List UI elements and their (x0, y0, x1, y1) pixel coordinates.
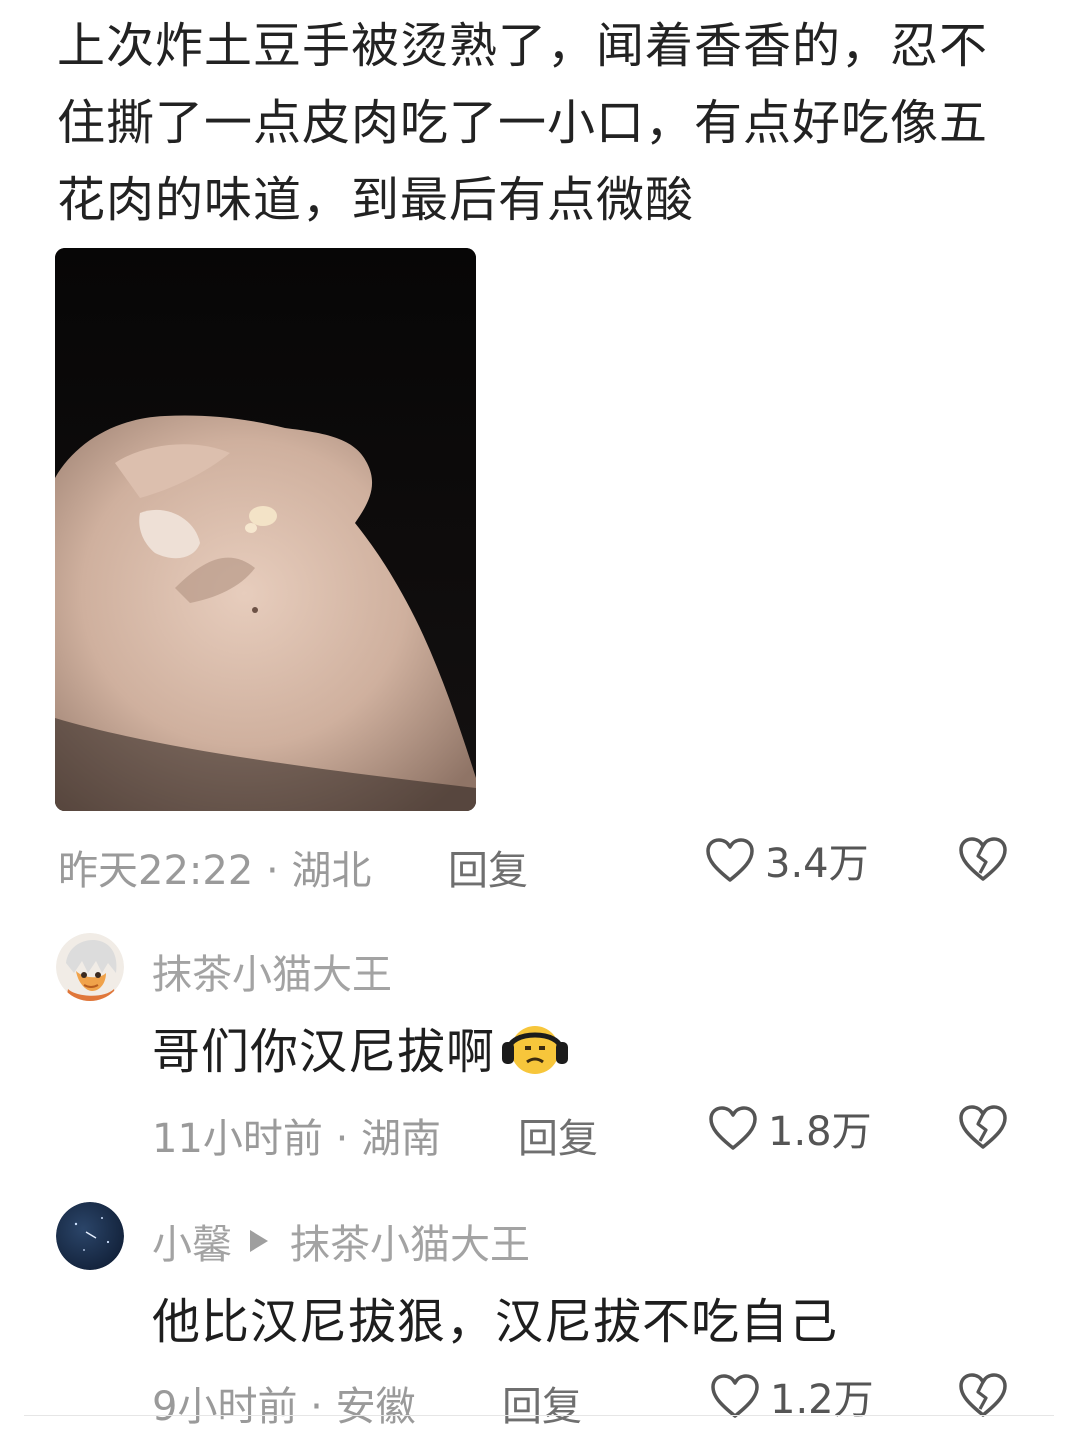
broken-heart-icon[interactable] (958, 1372, 1008, 1418)
broken-heart-icon[interactable] (958, 836, 1008, 882)
comment-meta-row: 9小时前 · 安徽 回复 1.2万 (0, 1368, 1080, 1430)
divider (24, 1415, 1054, 1416)
post-like-count: 3.4万 (765, 841, 869, 887)
comment-meta-row: 11小时前 · 湖南 回复 1.8万 (0, 1100, 1080, 1162)
comment-like-count: 1.8万 (768, 1109, 872, 1155)
hand-photo-image (55, 248, 476, 811)
avatar[interactable] (56, 1202, 124, 1270)
heart-icon (711, 1374, 759, 1418)
avatar-night-sky-image (56, 1202, 124, 1270)
sad-headphones-emoji-icon (502, 1026, 569, 1074)
comment-text-content: 哥们你汉尼拔啊 (152, 1024, 496, 1080)
reply-to-username[interactable]: 抹茶小猫大王 (290, 1212, 530, 1270)
comment-username[interactable]: 小馨 (152, 1212, 232, 1270)
post-text: 上次炸土豆手被烫熟了，闻着香香的，忍不住撕了一点皮肉吃了一小口，有点好吃像五花肉… (57, 18, 989, 228)
reply-arrow-icon (250, 1230, 268, 1252)
post-time-location: 昨天22:22 · 湖北 (58, 848, 372, 894)
comment-time-location: 9小时前 · 安徽 (152, 1384, 416, 1430)
avatar[interactable] (56, 933, 124, 1001)
comment-text: 哥们你汉尼拔啊 (152, 1012, 571, 1082)
post-like-button[interactable]: 3.4万 (705, 832, 869, 888)
heart-icon (706, 838, 754, 882)
post-photo[interactable] (55, 248, 476, 811)
comment-username[interactable]: 抹茶小猫大王 (152, 942, 392, 1000)
post-reply-button[interactable]: 回复 (448, 838, 528, 896)
heart-icon (709, 1106, 757, 1150)
comment-like-button[interactable]: 1.8万 (708, 1100, 872, 1156)
broken-heart-icon[interactable] (958, 1104, 1008, 1150)
comment-text: 他比汉尼拔狠，汉尼拔不吃自己 (152, 1294, 839, 1350)
reply-username-row: 小馨 抹茶小猫大王 (152, 1212, 530, 1270)
comment-like-count: 1.2万 (770, 1377, 874, 1423)
post-meta-row: 昨天22:22 · 湖北 回复 3.4万 (0, 832, 1080, 894)
avatar-anime-character-image (56, 933, 124, 1001)
comment-reply-button[interactable]: 回复 (518, 1106, 598, 1164)
comment-time-location: 11小时前 · 湖南 (152, 1116, 442, 1162)
comment-reply-button[interactable]: 回复 (502, 1374, 582, 1432)
